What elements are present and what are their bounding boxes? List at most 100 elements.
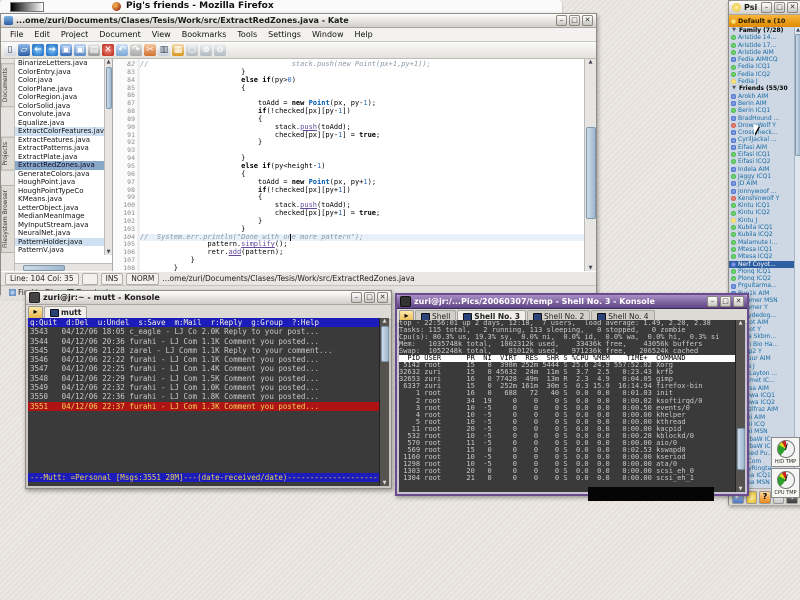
side-tab-documents[interactable]: Documents: [1, 63, 14, 107]
zoom-out-icon[interactable]: ⊖: [214, 44, 226, 56]
file-item[interactable]: ExtractColorFeatures.java: [15, 127, 112, 136]
mutt-konsole-window[interactable]: zuri@jr:~ - mutt - Konsole – □ ✕ ▸ mutt …: [25, 290, 392, 489]
mail-row[interactable]: 3551 04/12/06 22:37 furahi - LJ Com 1.3K…: [28, 402, 389, 411]
file-item[interactable]: ExtractFeatures.java: [15, 136, 112, 145]
roster-contact[interactable]: Aristide AIM: [729, 49, 800, 56]
menu-view[interactable]: View: [147, 30, 176, 39]
menu-file[interactable]: File: [5, 30, 28, 39]
roster-contact[interactable]: Plonq ICQ1: [729, 268, 800, 275]
mutt-scrollbar[interactable]: ▲ ▼: [379, 318, 389, 486]
roster-contact[interactable]: Berin AIM: [729, 100, 800, 107]
kate-titlebar[interactable]: ...ome/zuri/Documents/Clases/Tesis/Work/…: [1, 14, 596, 28]
file-item[interactable]: BinarizeLetters.java: [15, 59, 112, 68]
maximize-icon[interactable]: □: [720, 296, 731, 307]
psi-profile-row[interactable]: Default ▪ (10: [729, 15, 800, 27]
new-document-icon[interactable]: ▯: [4, 44, 16, 56]
file-item[interactable]: KMeans.java: [15, 195, 112, 204]
roster-contact[interactable]: Prguitarma...: [729, 282, 800, 289]
menu-tools[interactable]: Tools: [232, 30, 262, 39]
paste-icon[interactable]: ▦: [172, 44, 184, 56]
menu-bookmarks[interactable]: Bookmarks: [177, 30, 232, 39]
shell-terminal[interactable]: top - 22:56:01 up 2 days, 12:18, 7 users…: [399, 320, 745, 492]
roster-contact[interactable]: DrownWolf Y: [729, 122, 800, 129]
undo-icon[interactable]: ↶: [116, 44, 128, 56]
roster-contact[interactable]: Fedia J: [729, 78, 800, 85]
print-icon[interactable]: ▤: [88, 44, 100, 56]
mail-row[interactable]: 3546 04/12/06 22:22 furahi - LJ Com 1.1K…: [28, 355, 389, 364]
file-item[interactable]: ExtractPlate.java: [15, 153, 112, 162]
roster-contact[interactable]: Berin ICQ1: [729, 107, 800, 114]
mail-row[interactable]: 3545 04/12/06 21:28 zarel - LJ Comm 1.1K…: [28, 346, 389, 355]
stop-icon[interactable]: ✕: [102, 44, 114, 56]
file-item[interactable]: LetterObject.java: [15, 204, 112, 213]
firefox-window-titlebar[interactable]: Pig's friends - Mozilla Firefox: [0, 0, 562, 14]
file-item[interactable]: ColorRegion.java: [15, 93, 112, 102]
roster-contact[interactable]: Aristide 14...: [729, 34, 800, 41]
roster-contact[interactable]: Kintu J: [729, 217, 800, 224]
copy-icon[interactable]: ▥: [158, 44, 170, 56]
go-back-icon[interactable]: ←: [32, 44, 44, 56]
roster-contact[interactable]: Eifasi AIM: [729, 144, 800, 151]
file-item[interactable]: NeuralNet.java: [15, 229, 112, 238]
tab-mutt[interactable]: mutt: [44, 306, 87, 319]
close-icon[interactable]: ✕: [733, 296, 744, 307]
mail-row[interactable]: 3547 04/12/06 22:25 furahi - LJ Com 1.4K…: [28, 364, 389, 373]
roster-group-header[interactable]: ▼Friends (55/30: [729, 85, 800, 92]
roster-contact[interactable]: Aristide 17...: [729, 42, 800, 49]
menu-document[interactable]: Document: [94, 30, 145, 39]
roster-contact[interactable]: Fedia AIMICQ: [729, 56, 800, 63]
maximize-icon[interactable]: □: [774, 2, 785, 13]
shell-konsole-window[interactable]: zuri@jr:/...Pics/20060307/temp - Shell N…: [395, 293, 749, 496]
roster-contact[interactable]: Kubila ICQ2: [729, 231, 800, 238]
file-list-hscrollbar[interactable]: [15, 263, 112, 271]
roster-contact[interactable]: Jaggy ICQ1: [729, 173, 800, 180]
roster-contact[interactable]: Arokh AIM: [729, 93, 800, 100]
side-tab-filesystem-browser[interactable]: Filesystem Browser: [1, 185, 14, 253]
minimize-icon[interactable]: –: [761, 2, 772, 13]
roster-contact[interactable]: Malamute I...: [729, 239, 800, 246]
close-icon[interactable]: ✕: [377, 292, 388, 303]
roster-scrollbar[interactable]: ▲ ▼: [794, 27, 800, 488]
mail-row[interactable]: 3543 04/12/06 18:05 c_eagle - LJ Co 2.0K…: [28, 327, 389, 336]
roster-contact[interactable]: Jonnywoof ...: [729, 188, 800, 195]
file-item[interactable]: MedianMeanImage: [15, 212, 112, 221]
roster-contact[interactable]: JD AIM: [729, 180, 800, 187]
roster-contact[interactable]: Nerf Coyot...: [729, 261, 800, 268]
file-item[interactable]: ExtractRedZones.java: [15, 161, 112, 170]
file-item[interactable]: Color.java: [15, 76, 112, 85]
mail-row[interactable]: 3544 04/12/06 20:36 furahi - LJ Com 1.1K…: [28, 337, 389, 346]
file-item[interactable]: HoughPointTypeCo: [15, 187, 112, 196]
shell-titlebar[interactable]: zuri@jr:/...Pics/20060307/temp - Shell N…: [397, 295, 747, 309]
file-item[interactable]: GenerateColors.java: [15, 170, 112, 179]
minimize-icon[interactable]: –: [556, 15, 567, 26]
save-as-icon[interactable]: ▣: [74, 44, 86, 56]
mail-row[interactable]: 3549 04/12/06 22:32 furahi - LJ Com 1.0K…: [28, 383, 389, 392]
kate-editor[interactable]: 82// stack.push(new Point(px+1,py+1));83…: [113, 59, 596, 271]
open-file-icon[interactable]: ▱: [18, 44, 30, 56]
minimize-icon[interactable]: –: [707, 296, 718, 307]
roster-contact[interactable]: Kintu ICQ1: [729, 202, 800, 209]
roster-group-header[interactable]: ▼Family (7/28): [729, 27, 800, 34]
file-item[interactable]: HoughPoint.java: [15, 178, 112, 187]
file-item[interactable]: Equalize.java: [15, 119, 112, 128]
minimize-icon[interactable]: –: [351, 292, 362, 303]
redo-icon[interactable]: ↷: [130, 44, 142, 56]
close-icon[interactable]: ✕: [582, 15, 593, 26]
roster-contact[interactable]: Mtesa ICQ1: [729, 246, 800, 253]
find-icon[interactable]: ○: [186, 44, 198, 56]
save-icon[interactable]: ▣: [60, 44, 72, 56]
roster-contact[interactable]: Kubila ICQ1: [729, 224, 800, 231]
roster-contact[interactable]: Indela AIM: [729, 166, 800, 173]
mail-row[interactable]: 3548 04/12/06 22:29 furahi - LJ Com 1.5K…: [28, 374, 389, 383]
menu-help[interactable]: Help: [349, 30, 377, 39]
file-item[interactable]: ColorEntry.java: [15, 68, 112, 77]
roster-contact[interactable]: Kintu ICQ2: [729, 209, 800, 216]
kate-file-list[interactable]: BinarizeLetters.javaColorEntry.javaColor…: [15, 59, 113, 271]
roster-contact[interactable]: Eifasi ICQ2: [729, 158, 800, 165]
menu-window[interactable]: Window: [307, 30, 349, 39]
mutt-terminal[interactable]: q:Quit d:Del u:Undel s:Save m:Mail r:Rep…: [28, 318, 389, 486]
zoom-in-icon[interactable]: ⊕: [200, 44, 212, 56]
roster-contact[interactable]: Fedia ICQ1: [729, 63, 800, 70]
maximize-icon[interactable]: □: [364, 292, 375, 303]
psi-titlebar[interactable]: Psi – □ ✕: [729, 1, 800, 15]
